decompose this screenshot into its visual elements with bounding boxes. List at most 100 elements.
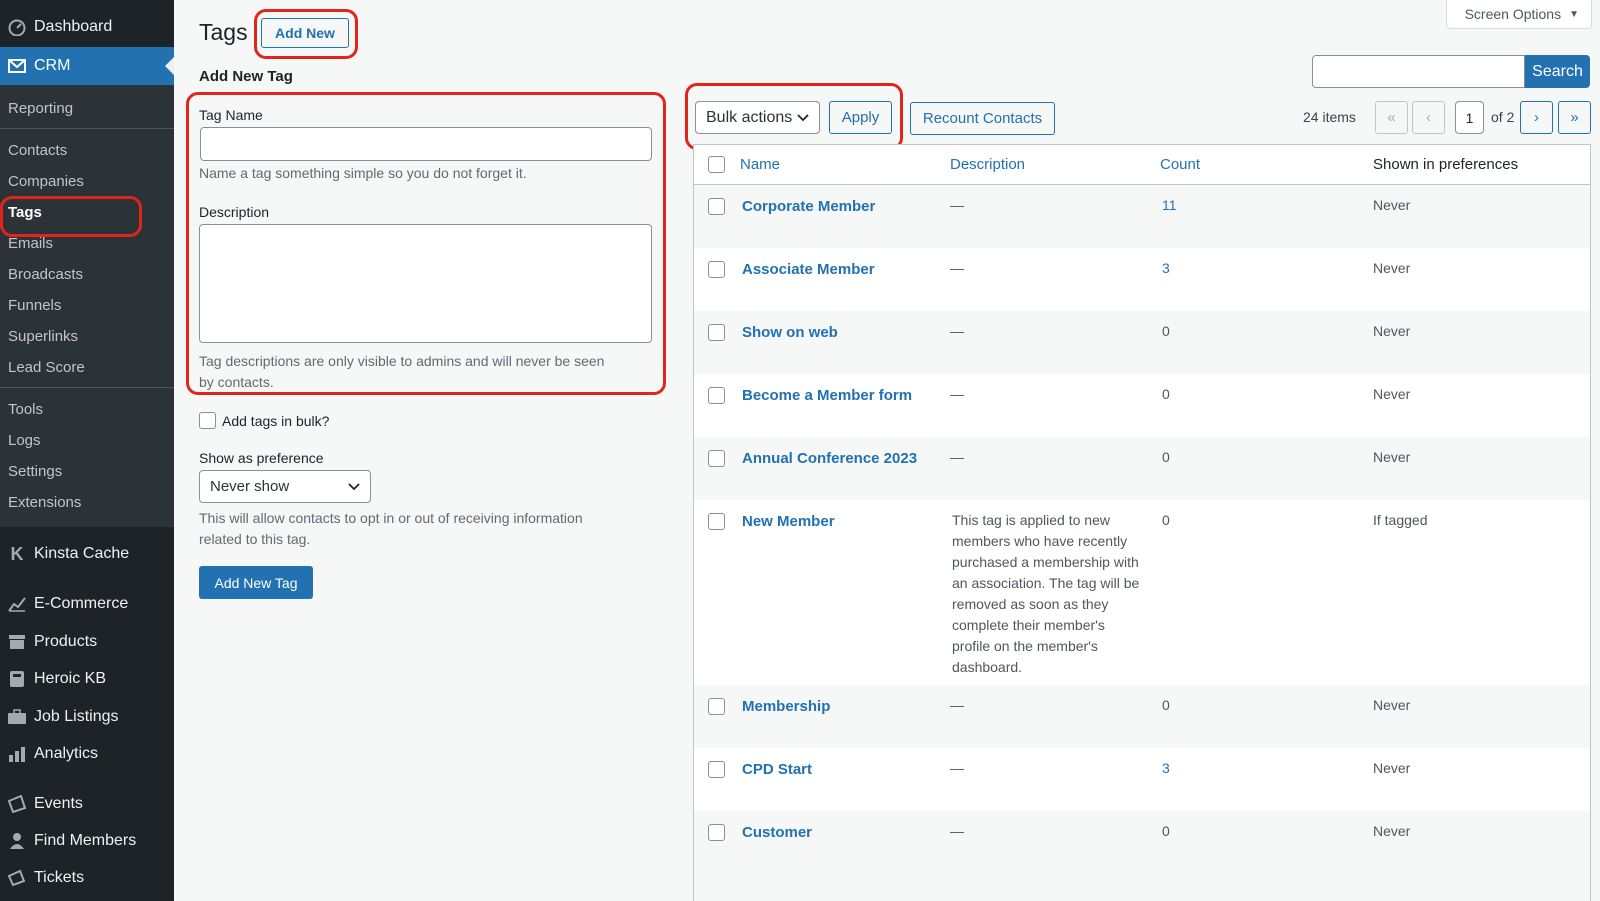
add-new-button[interactable]: Add New bbox=[261, 18, 349, 48]
admin-sidebar: Dashboard CRM Reporting Contacts Compani… bbox=[0, 0, 174, 901]
submenu-superlinks[interactable]: Superlinks bbox=[8, 328, 78, 346]
tag-name-link[interactable]: Membership bbox=[742, 698, 830, 715]
sidebar-item-find-members[interactable]: Find Members bbox=[0, 823, 174, 859]
current-page-input[interactable]: 1 bbox=[1455, 101, 1484, 134]
tag-count-link[interactable]: 11 bbox=[1162, 197, 1177, 213]
row-checkbox[interactable] bbox=[708, 450, 725, 467]
tag-count-link[interactable]: 3 bbox=[1162, 260, 1170, 276]
sidebar-item-crm[interactable]: CRM bbox=[0, 47, 174, 85]
archive-icon bbox=[0, 634, 34, 650]
row-checkbox[interactable] bbox=[708, 824, 725, 841]
submenu-logs[interactable]: Logs bbox=[8, 432, 41, 450]
tag-description: — bbox=[950, 449, 964, 465]
dashboard-icon bbox=[0, 18, 34, 36]
sidebar-label: Events bbox=[34, 795, 83, 812]
sidebar-item-e-commerce[interactable]: E-Commerce bbox=[0, 586, 174, 622]
sidebar-label-crm: CRM bbox=[34, 57, 71, 74]
tickets-icon bbox=[0, 869, 34, 887]
preference-select[interactable]: Never show bbox=[199, 470, 371, 503]
tag-preference: Never bbox=[1373, 260, 1411, 276]
envelope-icon bbox=[0, 59, 34, 73]
form-heading: Add New Tag bbox=[199, 68, 293, 85]
tag-name-link[interactable]: Annual Conference 2023 bbox=[742, 450, 917, 467]
row-checkbox[interactable] bbox=[708, 198, 725, 215]
table-row: Corporate Member — 11 Never bbox=[694, 185, 1590, 248]
tag-name-link[interactable]: Show on web bbox=[742, 324, 838, 341]
tag-name-label: Tag Name bbox=[199, 107, 263, 123]
column-description[interactable]: Description bbox=[950, 156, 1025, 173]
tag-count-link[interactable]: 3 bbox=[1162, 760, 1170, 776]
search-input[interactable] bbox=[1312, 55, 1525, 88]
sidebar-item-dashboard[interactable]: Dashboard bbox=[0, 8, 174, 46]
sidebar-item-products[interactable]: Products bbox=[0, 624, 174, 660]
items-count: 24 items bbox=[1303, 109, 1356, 125]
last-page-button[interactable]: » bbox=[1558, 101, 1591, 134]
add-new-tag-button[interactable]: Add New Tag bbox=[199, 566, 313, 599]
tag-count: 0 bbox=[1162, 323, 1170, 339]
row-checkbox[interactable] bbox=[708, 513, 725, 530]
tag-name-link[interactable]: New Member bbox=[742, 513, 835, 530]
sidebar-item-tickets[interactable]: Tickets bbox=[0, 860, 174, 896]
tag-name-link[interactable]: CPD Start bbox=[742, 761, 812, 778]
description-label: Description bbox=[199, 204, 270, 220]
row-checkbox[interactable] bbox=[708, 761, 725, 778]
tag-name-link[interactable]: Customer bbox=[742, 824, 812, 841]
apply-button[interactable]: Apply bbox=[829, 101, 892, 134]
description-textarea[interactable] bbox=[199, 224, 652, 343]
row-checkbox[interactable] bbox=[708, 387, 725, 404]
bulk-checkbox[interactable] bbox=[199, 412, 216, 429]
preference-select-value: Never show bbox=[210, 478, 290, 495]
table-row: Membership — 0 Never bbox=[694, 685, 1590, 748]
row-checkbox[interactable] bbox=[708, 261, 725, 278]
row-checkbox[interactable] bbox=[708, 324, 725, 341]
tag-preference: Never bbox=[1373, 449, 1411, 465]
ticket-icon bbox=[0, 795, 34, 813]
tag-name-input[interactable] bbox=[200, 127, 652, 161]
submenu-companies[interactable]: Companies bbox=[8, 173, 84, 191]
bulk-actions-select[interactable]: Bulk actions bbox=[695, 101, 820, 134]
tag-name-link[interactable]: Associate Member bbox=[742, 261, 875, 278]
tag-count: 0 bbox=[1162, 386, 1170, 402]
select-all-checkbox[interactable] bbox=[708, 156, 725, 173]
tag-name-help: Name a tag something simple so you do no… bbox=[199, 165, 527, 181]
tag-name-link[interactable]: Become a Member form bbox=[742, 387, 912, 404]
bulk-actions-value: Bulk actions bbox=[706, 108, 793, 126]
recount-contacts-button[interactable]: Recount Contacts bbox=[910, 102, 1055, 135]
sidebar-item-events[interactable]: Events bbox=[0, 786, 174, 822]
screen-options-button[interactable]: Screen Options ▼ bbox=[1445, 0, 1592, 29]
row-checkbox[interactable] bbox=[708, 698, 725, 715]
submenu-settings[interactable]: Settings bbox=[8, 463, 62, 481]
submenu-emails[interactable]: Emails bbox=[8, 235, 53, 253]
submenu-funnels[interactable]: Funnels bbox=[8, 297, 61, 315]
submenu-lead-score[interactable]: Lead Score bbox=[8, 359, 85, 377]
tag-description: This tag is applied to new members who h… bbox=[952, 512, 1140, 675]
description-help-line2: by contacts. bbox=[199, 374, 274, 390]
tag-description: — bbox=[950, 260, 964, 276]
search-button[interactable]: Search bbox=[1525, 55, 1590, 88]
first-page-button[interactable]: « bbox=[1375, 101, 1408, 134]
table-row: Become a Member form — 0 Never bbox=[694, 374, 1590, 437]
page-title: Tags bbox=[199, 19, 248, 45]
preference-help-line1: This will allow contacts to opt in or ou… bbox=[199, 510, 583, 526]
sidebar-item-heroic-kb[interactable]: Heroic KB bbox=[0, 661, 174, 697]
sidebar-item-job-listings[interactable]: Job Listings bbox=[0, 699, 174, 735]
submenu-tools[interactable]: Tools bbox=[8, 401, 43, 419]
submenu-extensions[interactable]: Extensions bbox=[8, 494, 81, 512]
submenu-broadcasts[interactable]: Broadcasts bbox=[8, 266, 83, 284]
submenu-tags[interactable]: Tags bbox=[8, 204, 42, 222]
current-menu-arrow bbox=[165, 57, 174, 75]
bulk-checkbox-label: Add tags in bulk? bbox=[222, 413, 330, 429]
table-row: Show on web — 0 Never bbox=[694, 311, 1590, 374]
sidebar-item-kinsta-cache[interactable]: K Kinsta Cache bbox=[0, 536, 174, 572]
chart-line-icon bbox=[0, 596, 34, 612]
next-page-button[interactable]: › bbox=[1520, 101, 1553, 134]
prev-page-button[interactable]: ‹ bbox=[1412, 101, 1445, 134]
column-count[interactable]: Count bbox=[1160, 156, 1200, 173]
submenu-reporting[interactable]: Reporting bbox=[8, 100, 73, 118]
tag-name-link[interactable]: Corporate Member bbox=[742, 198, 875, 215]
sidebar-item-analytics[interactable]: Analytics bbox=[0, 736, 174, 772]
submenu-contacts[interactable]: Contacts bbox=[8, 142, 67, 160]
crm-submenu: Reporting Contacts Companies Tags Emails… bbox=[0, 85, 174, 527]
column-name[interactable]: Name bbox=[740, 156, 780, 173]
tag-preference: Never bbox=[1373, 760, 1411, 776]
